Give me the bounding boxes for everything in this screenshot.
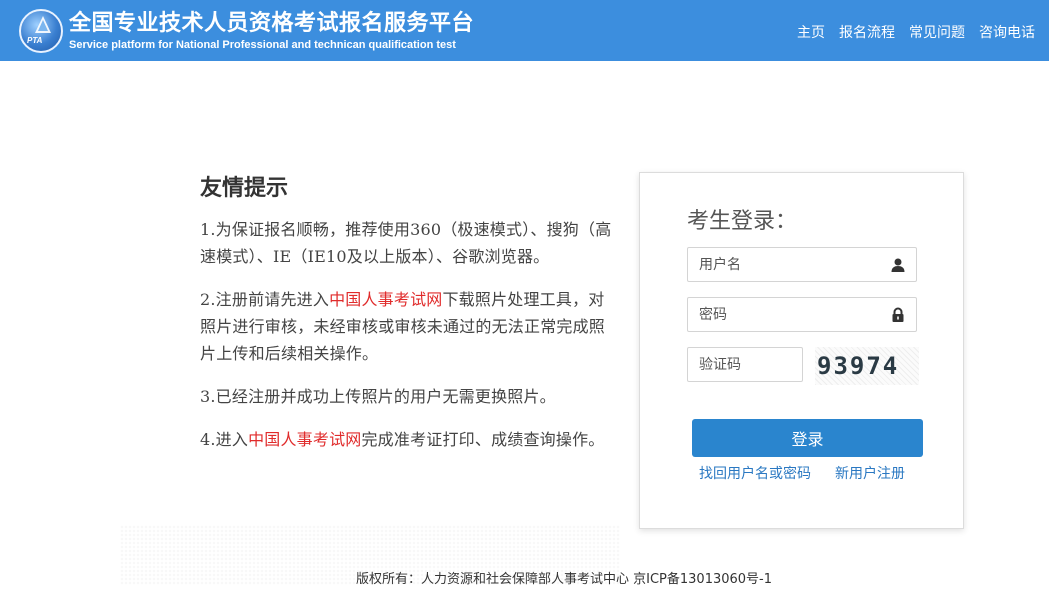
top-nav: 主页 报名流程 常见问题 咨询电话	[797, 22, 1035, 42]
captcha-image[interactable]: 93974	[815, 347, 919, 385]
captcha-input[interactable]	[688, 348, 798, 381]
register-link[interactable]: 新用户注册	[835, 463, 905, 483]
pta-logo[interactable]: PTA	[19, 9, 63, 53]
lock-icon	[890, 307, 906, 323]
tip-item-1: 1.为保证报名顺畅，推荐使用360（极速模式）、搜狗（高速模式）、IE（IE10…	[200, 216, 618, 270]
logo-text: PTA	[27, 36, 42, 45]
username-field	[687, 247, 917, 282]
nav-registration-process[interactable]: 报名流程	[839, 22, 895, 42]
tip-item-4: 4.进入中国人事考试网完成准考证打印、成绩查询操作。	[200, 426, 618, 453]
user-icon	[890, 257, 906, 273]
nav-consult-phone[interactable]: 咨询电话	[979, 22, 1035, 42]
password-input[interactable]	[688, 298, 878, 331]
forgot-credentials-link[interactable]: 找回用户名或密码	[699, 463, 811, 483]
tip-item-2: 2.注册前请先进入中国人事考试网下载照片处理工具，对照片进行审核，未经审核或审核…	[200, 286, 618, 367]
tip-4-after: 完成准考证打印、成绩查询操作。	[361, 430, 604, 449]
tip-item-3: 3.已经注册并成功上传照片的用户无需更换照片。	[200, 383, 618, 410]
cpta-link[interactable]: 中国人事考试网	[329, 290, 442, 309]
tip-4-before: 4.进入	[200, 430, 248, 449]
login-title: 考生登录：	[687, 203, 797, 235]
logo-mountain-icon	[21, 11, 65, 55]
site-title: 全国专业技术人员资格考试报名服务平台	[69, 5, 474, 37]
header-bar: PTA 全国专业技术人员资格考试报名服务平台 Service platform …	[0, 0, 1049, 61]
login-button[interactable]: 登录	[692, 419, 923, 457]
nav-faq[interactable]: 常见问题	[909, 22, 965, 42]
tips-title: 友情提示	[200, 170, 618, 202]
captcha-field	[687, 347, 803, 382]
login-panel: 考生登录： 93974 登录 找回用户名或密码 新用户注册	[639, 172, 964, 529]
site-subtitle: Service platform for National Profession…	[69, 39, 456, 51]
password-field	[687, 297, 917, 332]
cpta-link-2[interactable]: 中国人事考试网	[248, 430, 361, 449]
nav-home[interactable]: 主页	[797, 22, 825, 42]
tips-section: 友情提示 1.为保证报名顺畅，推荐使用360（极速模式）、搜狗（高速模式）、IE…	[200, 170, 618, 469]
username-input[interactable]	[688, 248, 878, 281]
tip-2-before: 2.注册前请先进入	[200, 290, 329, 309]
footer-copyright: 版权所有：人力资源和社会保障部人事考试中心 京ICP备13013060号-1	[356, 568, 772, 587]
